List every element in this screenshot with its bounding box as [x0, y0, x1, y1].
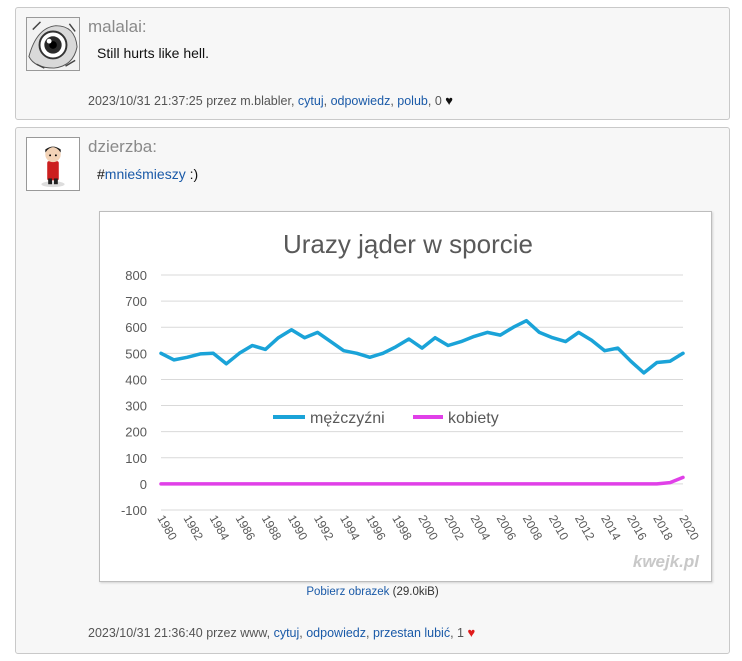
- x-tick-label: 1994: [337, 513, 363, 543]
- comment-text: #mnieśmieszy :): [97, 166, 198, 182]
- comment-dzierzba: dzierzba: #mnieśmieszy :) 800 700 600 500 40…: [15, 127, 730, 654]
- y-tick-label: 700: [125, 294, 147, 309]
- y-tick-label: 0: [140, 477, 147, 492]
- x-tick-label: 2008: [520, 513, 546, 543]
- legend-label-men: mężczyźni: [310, 410, 385, 427]
- x-tick-label: 2002: [442, 513, 468, 543]
- x-tick-label: 1988: [259, 513, 285, 543]
- y-tick-label: 500: [125, 346, 147, 361]
- x-tick-label: 2000: [415, 513, 441, 543]
- hashtag-link[interactable]: mnieśmieszy: [105, 166, 186, 182]
- chart-series-lines: [159, 318, 685, 486]
- x-tick-label: 1982: [181, 513, 207, 543]
- like-count: 0: [434, 94, 442, 108]
- comment-author[interactable]: dzierzba:: [88, 137, 157, 157]
- series-line-men: [159, 318, 685, 375]
- x-tick-label: 2006: [494, 513, 520, 543]
- x-tick-label: 2010: [546, 513, 572, 543]
- text-suffix: :): [185, 166, 199, 182]
- y-tick-label: 100: [125, 451, 147, 466]
- download-row: Pobierz obrazek (29.0kiB): [16, 586, 729, 598]
- heart-icon: ♥: [445, 93, 453, 108]
- line-chart: 8007006005004003002001000-100 1980 1982 19…: [121, 229, 702, 571]
- download-size: (29.0kiB): [392, 586, 439, 598]
- x-tick-label: 1996: [363, 513, 389, 543]
- x-tick-label: 1998: [389, 513, 415, 543]
- hashtag-prefix: #: [97, 166, 105, 182]
- y-tick-label: 200: [125, 425, 147, 440]
- comment-meta: 2023/10/31 21:36:40 przez www, cytuj, od…: [88, 625, 476, 640]
- chart-title: Urazy jąder w sporcie: [283, 229, 533, 259]
- unlike-link[interactable]: przestan lubić: [373, 626, 450, 640]
- x-tick-label: 2018: [650, 513, 676, 543]
- avatar-malalai[interactable]: [26, 17, 80, 71]
- x-tick-label: 2014: [598, 513, 624, 543]
- y-tick-label: 300: [125, 399, 147, 414]
- comment-datetime: 2023/10/31 21:37:25: [88, 94, 203, 108]
- y-tick-label: -100: [121, 503, 147, 518]
- comment-datetime: 2023/10/31 21:36:40: [88, 626, 203, 640]
- series-line-women: [159, 475, 685, 486]
- comment-malalai: malalai: Still hurts like hell. 2023/10/…: [15, 7, 730, 120]
- comment-by: przez www,: [206, 626, 271, 640]
- y-axis-ticks: 800 700 600 500 400 300 200 100 0 -100: [121, 268, 147, 518]
- x-tick-label: 2012: [572, 513, 598, 543]
- x-tick-label: 1980: [154, 513, 180, 543]
- heart-icon: ♥: [467, 625, 476, 640]
- quote-link[interactable]: cytuj: [274, 626, 300, 640]
- x-tick-label: 1990: [285, 513, 311, 543]
- y-tick-label: 800: [125, 268, 147, 283]
- x-tick-label: 1984: [207, 513, 233, 543]
- chart-legend: mężczyźni kobiety: [273, 410, 499, 427]
- avatar-dzierzba[interactable]: [26, 137, 80, 191]
- legend-label-women: kobiety: [448, 410, 499, 427]
- comment-text: Still hurts like hell.: [97, 45, 210, 61]
- reply-link[interactable]: odpowiedz: [331, 94, 391, 108]
- download-image-link[interactable]: Pobierz obrazek: [306, 586, 389, 598]
- watermark-logo: kwejk.pl: [633, 552, 700, 571]
- x-tick-label: 1986: [233, 513, 259, 543]
- reply-link[interactable]: odpowiedz: [306, 626, 366, 640]
- chart-gridlines: [161, 274, 683, 511]
- x-tick-label: 1992: [311, 513, 337, 543]
- y-tick-label: 600: [125, 320, 147, 335]
- x-axis-ticks: 1980 1982 1984 1986 1988 1990 1992 1994 1996 1998…: [154, 513, 702, 543]
- comment-meta: 2023/10/31 21:37:25 przez m.blabler, cyt…: [88, 93, 453, 108]
- like-count: 1: [457, 626, 464, 640]
- attached-image[interactable]: 800 700 600 500 400 300 200 100 0 -100 1980 1982 19…: [99, 211, 712, 582]
- x-tick-label: 2020: [676, 513, 702, 543]
- y-tick-label: 400: [125, 372, 147, 387]
- like-link[interactable]: polub: [397, 94, 428, 108]
- x-tick-label: 2016: [624, 513, 650, 543]
- quote-link[interactable]: cytuj: [298, 94, 324, 108]
- x-tick-label: 2004: [468, 513, 494, 543]
- comment-by: przez m.blabler,: [206, 94, 295, 108]
- comment-author[interactable]: malalai:: [88, 17, 147, 37]
